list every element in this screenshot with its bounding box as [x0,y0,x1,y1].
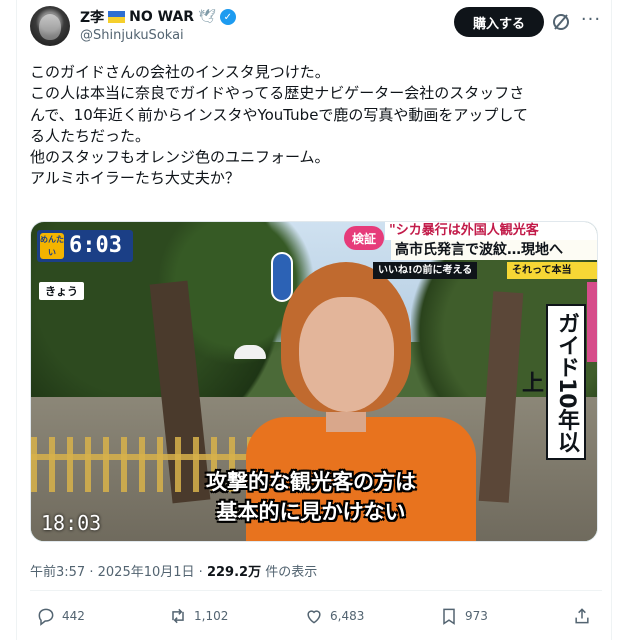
tv-subtitle-line: 攻撃的な観光客の方は [206,470,416,494]
tv-today-label: きょう [39,282,84,300]
frame-left-border [16,0,17,640]
tweet-date[interactable]: 2025年10月1日 [98,565,195,580]
tv-headline-top: "シカ暴行は外国人観光客 [385,222,597,240]
avatar[interactable] [30,6,70,46]
tweet-meta: 午前3:57 · 2025年10月1日 · 229.2万 件の表示 [30,561,317,580]
like-button[interactable]: 6,483 [304,606,364,626]
media-road-sign [271,252,293,302]
tweet-line: この人は本当に奈良でガイドやってる歴史ナビゲーター会社のスタッフさ [30,84,525,103]
tv-corner-clock: 18:03 [41,511,102,535]
media-umbrella [234,345,266,359]
tweet-line: る人たちだった。 [30,126,151,145]
author-handle[interactable]: @ShinjukuSokai [80,28,184,43]
bookmark-icon [443,608,455,625]
tweet-line: んで、10年近く前からインスタやYouTubeで鹿の写真や動画をアップして [30,105,528,124]
share-button[interactable] [572,606,592,626]
tv-subtitle-line: 基本的に見かけない [216,500,406,524]
verified-badge-icon[interactable]: ✓ [219,9,236,25]
tweet-line: 他のスタッフもオレンジ色のユニフォーム。 [30,148,330,167]
bookmark-count: 973 [465,609,488,623]
meta-separator: · [198,565,203,580]
tweet-time[interactable]: 午前3:57 [30,565,85,580]
tv-side-strip [587,282,597,362]
reply-count: 442 [62,609,85,623]
tv-time-tag: めんたい 6:03 [37,230,133,262]
author-name-row[interactable]: Z李 NO WAR 🕊 ✓ [80,8,236,26]
author-display-name-suffix[interactable]: NO WAR [129,9,194,25]
tweet-text: このガイドさんの会社のインスタ見つけた。 この人は本当に奈良でガイドやってる歴史… [30,62,602,190]
repost-button[interactable]: 1,102 [168,606,228,626]
author-display-name[interactable]: Z李 [80,7,104,27]
share-icon [575,608,589,624]
tv-program-logo: めんたい [40,233,64,259]
tv-subheadline-left: いいね!の前に考える [373,262,478,279]
bookmark-button[interactable]: 973 [439,606,488,626]
tweet-line: アルミホイラーたち大丈夫か？ [30,169,240,188]
view-count-suffix: 件の表示 [265,565,318,580]
reply-button[interactable]: 442 [36,606,85,626]
ukraine-flag-icon [108,11,126,23]
tv-vertical-caption: ガイド10年以上 [518,304,586,460]
tv-clock: 6:03 [69,233,122,258]
like-count: 6,483 [330,609,365,623]
dove-icon: 🕊 [198,9,216,25]
tv-subtitle: 攻撃的な観光客の方は 基本的に見かけない [181,467,441,527]
tv-headline-main: 高市氏発言で波紋…現地へ [391,240,597,260]
media-fence-rail [31,454,261,460]
reply-icon [38,608,54,626]
grok-icon[interactable] [551,12,571,32]
more-options-icon[interactable]: ··· [580,11,602,33]
frame-right-border [611,0,612,640]
meta-separator: · [89,565,94,580]
tv-subheadline-right: それって本当 [507,262,597,279]
repost-icon [172,608,184,624]
heart-icon [307,610,321,624]
buy-button[interactable]: 購入する [454,7,544,37]
tv-kensho-badge: 検証 [344,226,384,250]
tweet-line: このガイドさんの会社のインスタ見つけた。 [30,63,330,81]
divider [30,590,602,591]
repost-count: 1,102 [194,609,229,623]
tweet-media-image[interactable]: めんたい 6:03 きょう 検証 "シカ暴行は外国人観光客 高市氏発言で波紋…現… [30,221,598,542]
view-count: 229.2万 [206,565,262,580]
media-person-face [299,297,394,412]
